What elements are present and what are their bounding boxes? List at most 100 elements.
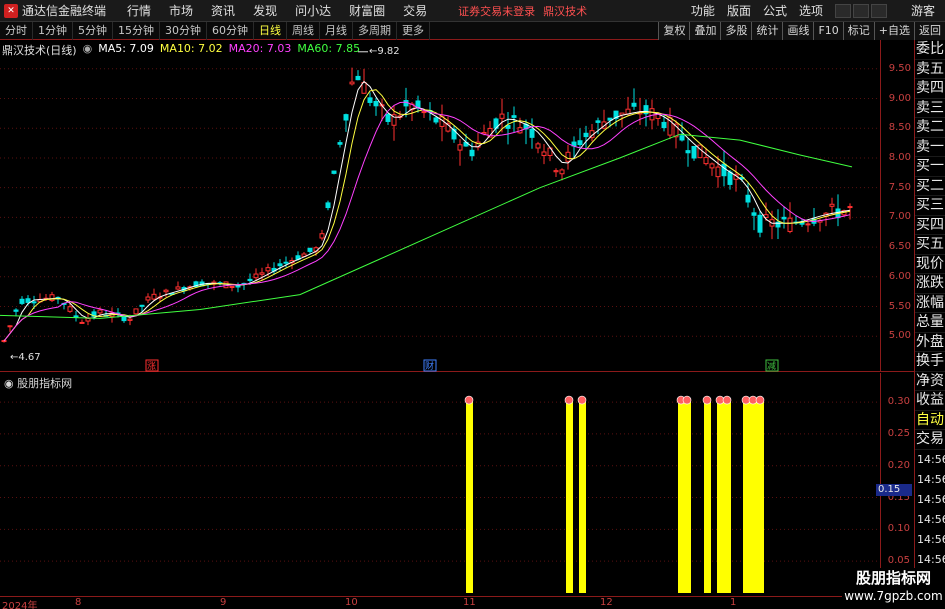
signal-ball-icon (577, 395, 587, 405)
menu-function[interactable]: 功能 (685, 2, 721, 19)
tool-button-7[interactable]: +自选 (873, 22, 914, 40)
kline-svg: ←9.82 ←4.67 涨 财 减 (0, 46, 880, 372)
date-tick-1: 8 (75, 597, 82, 608)
guest-label[interactable]: 游客 (911, 2, 935, 19)
candle-body (847, 206, 853, 209)
candle-body (277, 263, 283, 267)
price-tick-8: 5.50 (888, 300, 911, 312)
price-tick-9: 5.00 (888, 330, 911, 342)
candle-body (85, 317, 91, 322)
tool-button-5[interactable]: F10 (813, 22, 843, 40)
period-tab-10[interactable]: 更多 (397, 21, 430, 40)
candle-body (175, 286, 181, 290)
watermark-url: www.7gpzb.com (844, 589, 943, 603)
candle-body (247, 278, 253, 282)
candle-body (583, 132, 589, 138)
indicator-svg (0, 395, 880, 593)
candle-body (319, 233, 325, 239)
indicator-tick-2: 0.20 (887, 459, 910, 471)
period-tab-6[interactable]: 日线 (254, 21, 287, 40)
candle-body (133, 308, 139, 315)
candle-body (511, 115, 517, 118)
menu-options[interactable]: 选项 (793, 2, 829, 19)
candle-body (541, 151, 547, 157)
candle-body (67, 306, 73, 312)
period-tab-5[interactable]: 60分钟 (207, 21, 254, 40)
menu-layout[interactable]: 版面 (721, 2, 757, 19)
period-toolbar: 分时 1分钟 5分钟 15分钟 30分钟 60分钟 日线 周线 月线 多周期 更多 复权 叠加 多股 统计… (0, 21, 945, 40)
candle-body (337, 142, 343, 145)
ma5-line (3, 80, 851, 342)
quote-field-7: 买二 (915, 177, 945, 196)
quote-field-14: 总量 (915, 313, 945, 333)
watermark: 股朋指标网 www.7gpzb.com (842, 568, 945, 609)
tool-button-1[interactable]: 叠加 (689, 22, 721, 40)
date-tick-3: 10 (345, 597, 358, 608)
menu-discover[interactable]: 发现 (244, 2, 286, 19)
period-tab-4[interactable]: 30分钟 (160, 21, 207, 40)
tool-button-4[interactable]: 画线 (782, 22, 814, 40)
candle-body (385, 114, 391, 122)
tool-button-3[interactable]: 统计 (751, 22, 783, 40)
event-marker-label: 减 (767, 360, 776, 372)
date-tick-5: 12 (600, 597, 613, 608)
period-tab-1[interactable]: 1分钟 (33, 21, 73, 40)
indicator-bar (750, 402, 757, 593)
candle-body (577, 140, 583, 146)
tool-button-8[interactable]: 返回 (914, 22, 945, 40)
price-tick-4: 7.50 (888, 181, 911, 193)
candle-body (97, 309, 103, 314)
quote-field-2: 卖四 (915, 79, 945, 99)
trade-label[interactable]: 交易 (915, 430, 945, 450)
indicator-chart[interactable]: ◉ 股朋指标网 (0, 373, 880, 596)
period-tab-2[interactable]: 5分钟 (73, 21, 113, 40)
broker-stock-name: 鼎汉技术 (543, 4, 588, 18)
minimize-icon[interactable] (834, 3, 851, 18)
menu-market[interactable]: 市场 (160, 2, 202, 19)
candle-body (79, 321, 85, 324)
quote-field-3: 卖三 (915, 99, 945, 118)
period-tab-8[interactable]: 月线 (320, 21, 353, 40)
menu-quotes[interactable]: 行情 (118, 2, 160, 19)
candle-body (829, 203, 835, 207)
menu-news[interactable]: 资讯 (202, 2, 244, 19)
period-tab-3[interactable]: 15分钟 (113, 21, 160, 40)
menu-trade[interactable]: 交易 (394, 2, 436, 19)
tool-button-6[interactable]: 标记 (842, 22, 874, 40)
price-tick-0: 9.50 (888, 62, 911, 74)
trade-time-4: 14:56 (917, 532, 945, 546)
menu-wealth[interactable]: 财富圈 (340, 2, 394, 19)
candle-body (139, 304, 145, 307)
quote-field-8: 买三 (915, 196, 945, 216)
candle-body (709, 163, 715, 169)
period-tab-9[interactable]: 多周期 (353, 21, 397, 40)
candle-body (127, 318, 133, 321)
signal-ball-icon (564, 395, 574, 405)
menu-ask[interactable]: 问小达 (286, 2, 340, 19)
quote-field-13: 涨幅 (915, 294, 945, 313)
tool-button-0[interactable]: 复权 (658, 22, 690, 40)
indicator-current-value: 0.15 (876, 484, 912, 496)
signal-ball-icon (722, 395, 732, 405)
quote-field-18: 收益 (915, 391, 945, 411)
auto-label[interactable]: 自动 (915, 411, 945, 430)
candle-body (73, 315, 79, 318)
quote-field-11: 现价 (915, 255, 945, 274)
signal-ball-icon (464, 395, 474, 405)
candle-body (469, 149, 475, 157)
indicator-bar (684, 402, 691, 593)
candle-body (283, 261, 289, 264)
restore-icon[interactable] (870, 3, 887, 18)
trade-time-0: 14:56 (917, 452, 945, 466)
indicator-bar (466, 402, 473, 593)
period-tab-0[interactable]: 分时 (0, 21, 33, 40)
broker-status[interactable]: 证券交易未登录 (458, 3, 535, 19)
period-tab-7[interactable]: 周线 (287, 21, 320, 40)
price-tick-2: 8.50 (888, 122, 911, 134)
menu-formula[interactable]: 公式 (757, 2, 793, 19)
signal-ball-icon (755, 395, 765, 405)
period-tabs: 分时 1分钟 5分钟 15分钟 30分钟 60分钟 日线 周线 月线 多周期 更多 (0, 21, 430, 40)
tool-button-2[interactable]: 多股 (720, 22, 752, 40)
kline-chart[interactable]: 鼎汉技术(日线) ◉ MA5: 7.09 MA10: 7.02 MA20: 7.… (0, 40, 880, 372)
maximize-icon[interactable] (852, 3, 869, 18)
